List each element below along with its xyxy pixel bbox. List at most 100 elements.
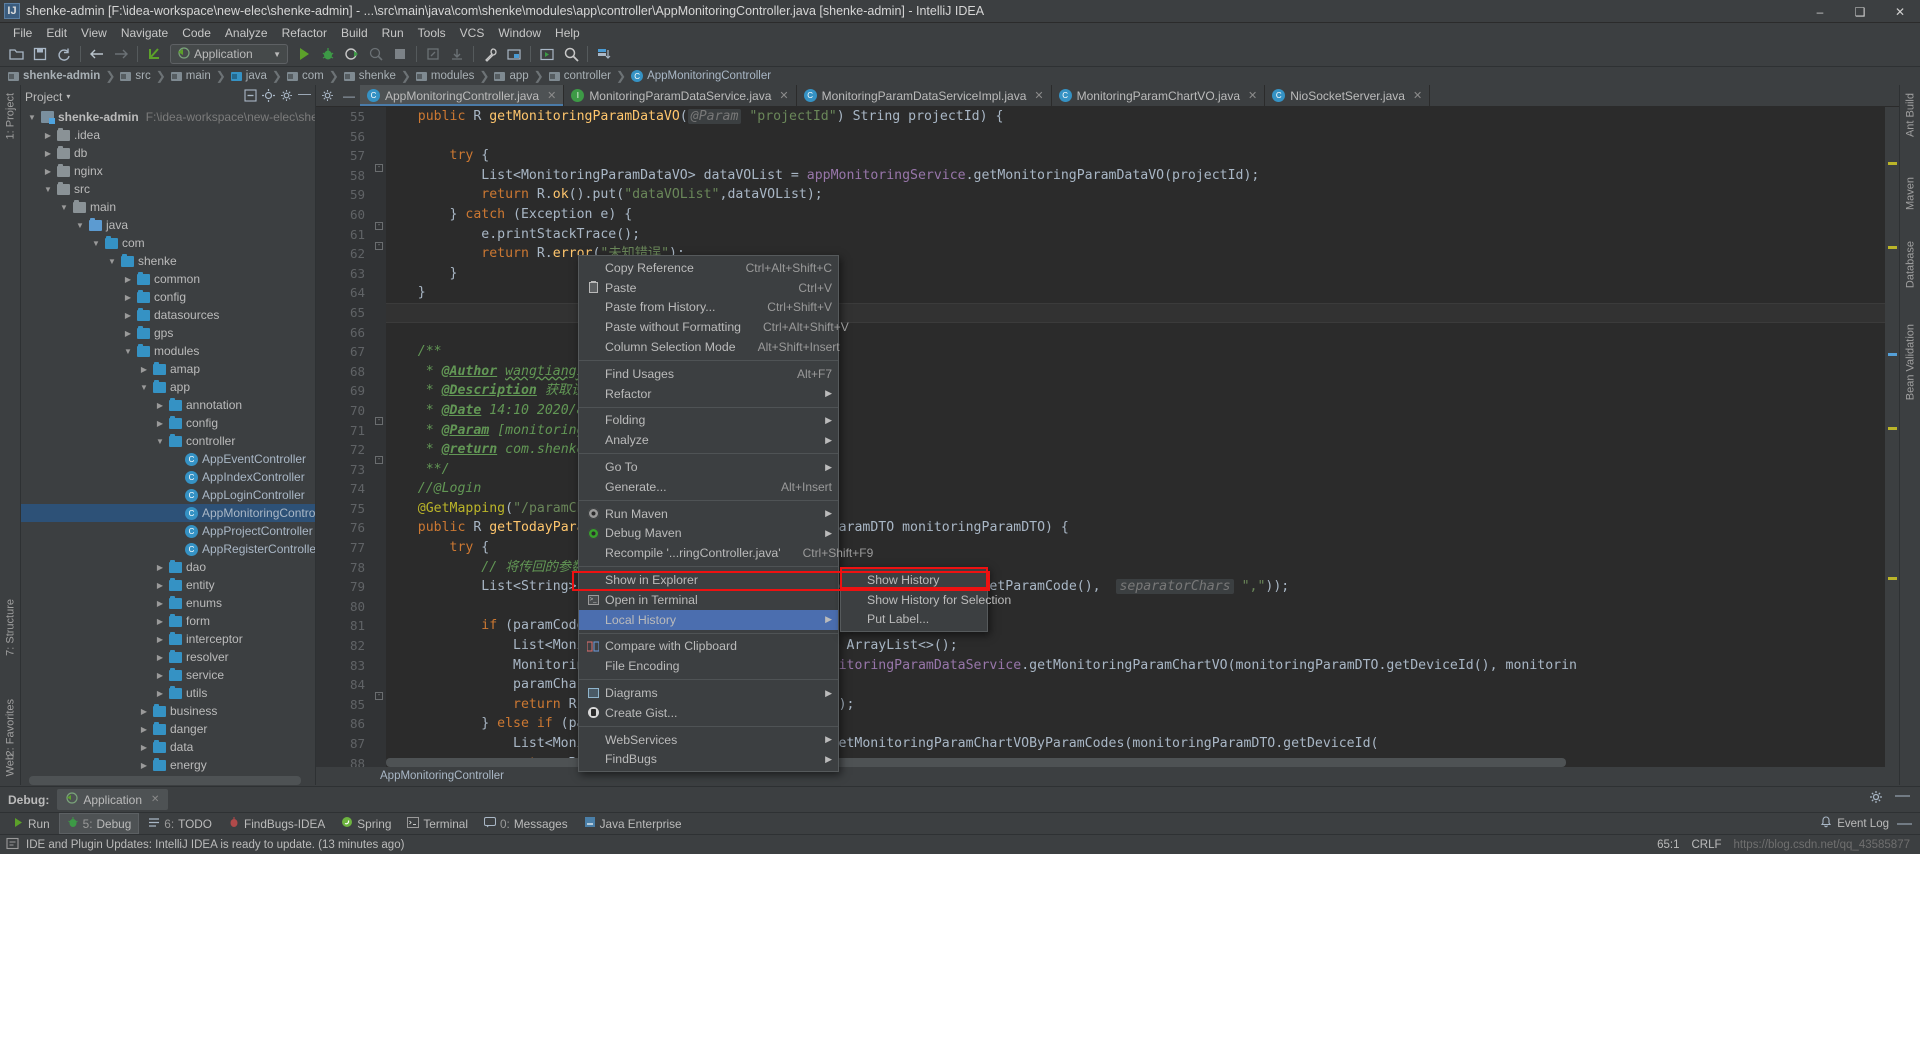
chevron-right-icon[interactable]: ▶ [139,707,149,716]
tool-window-maven[interactable]: Maven [1900,173,1920,214]
chevron-right-icon[interactable]: ▶ [155,671,165,680]
menu-run[interactable]: Run [375,24,411,42]
menu-item-run-maven[interactable]: Run Maven ▶ [579,504,838,524]
breadcrumb-item-com[interactable]: com [285,70,326,82]
chevron-right-icon[interactable]: ▶ [155,599,165,608]
chevron-right-icon[interactable]: ▶ [139,743,149,752]
tree-node-amap[interactable]: ▶ amap [21,360,315,378]
tree-node--idea[interactable]: ▶ .idea [21,126,315,144]
event-log-button[interactable]: Event Log [1820,816,1889,831]
breadcrumb-item-main[interactable]: main [169,70,213,82]
marker-info[interactable] [1888,353,1897,356]
hide-minus-icon[interactable]: — [338,85,360,106]
menu-item-findbugs[interactable]: FindBugs ▶ [579,750,838,770]
chevron-down-icon[interactable]: ▼ [59,203,69,212]
chevron-right-icon[interactable]: ▶ [155,689,165,698]
code-line[interactable]: } catch (Exception e) { [386,205,1885,225]
caret-position[interactable]: 65:1 [1657,839,1679,851]
tree-node-nginx[interactable]: ▶ nginx [21,162,315,180]
tool-window-button-todo[interactable]: 6: TODO [141,815,219,833]
tree-node-db[interactable]: ▶ db [21,144,315,162]
marker-warning[interactable] [1888,162,1897,165]
chevron-right-icon[interactable]: ▶ [123,293,133,302]
fold-toggle-icon[interactable]: - [375,222,383,230]
editor-hscrollbar[interactable] [386,758,1566,767]
code-line[interactable]: try { [386,146,1885,166]
tree-node-java[interactable]: ▼ java [21,216,315,234]
marker-warning-3[interactable] [1888,427,1897,430]
tool-window-button-java-enterprise[interactable]: Java Enterprise [577,814,689,833]
tree-node-interceptor[interactable]: ▶ interceptor [21,630,315,648]
chevron-right-icon[interactable]: ▶ [155,581,165,590]
submenu-item-show-history-for-selection[interactable]: Show History for Selection [841,590,1011,610]
chevron-down-icon[interactable]: ▼ [75,221,85,230]
tree-node-app[interactable]: ▼ app [21,378,315,396]
fold-toggle-icon[interactable]: - [375,692,383,700]
menu-code[interactable]: Code [175,24,218,42]
close-tab-icon[interactable]: ✕ [547,89,556,102]
close-tab-icon[interactable]: ✕ [779,89,788,102]
stop-icon[interactable] [389,44,411,65]
hide-icon[interactable]: — [1897,816,1912,831]
tree-node-business[interactable]: ▶ business [21,702,315,720]
tree-node-enums[interactable]: ▶ enums [21,594,315,612]
hide-icon[interactable]: — [1895,788,1910,809]
menu-item-file-encoding[interactable]: File Encoding [579,656,838,676]
search-everywhere-icon[interactable] [560,44,582,65]
tree-node-modules[interactable]: ▼ modules [21,342,315,360]
tree-node-appregistercontroller[interactable]: C AppRegisterController [21,540,315,558]
menu-item-open-in-terminal[interactable]: >_ Open in Terminal [579,590,838,610]
update-project-icon[interactable] [446,44,468,65]
chevron-down-icon[interactable]: ▼ [155,437,165,446]
build-icon[interactable] [422,44,444,65]
run-icon[interactable] [293,44,315,65]
chevron-down-icon[interactable]: ▼ [123,347,133,356]
profile-icon[interactable] [365,44,387,65]
revert-icon[interactable] [143,44,165,65]
tool-window-button-messages[interactable]: 0: Messages [477,815,575,833]
error-stripe-markers[interactable] [1885,107,1899,785]
breadcrumb-item-shenke-admin[interactable]: shenke-admin [6,70,102,82]
chevron-right-icon[interactable]: ▶ [139,725,149,734]
chevron-right-icon[interactable]: ▶ [155,653,165,662]
forward-arrow-icon[interactable] [110,44,132,65]
menu-item-webservices[interactable]: WebServices ▶ [579,730,838,750]
fold-toggle-icon[interactable]: - [375,417,383,425]
menu-item-column-selection-mode[interactable]: Column Selection Mode Alt+Shift+Insert [579,337,840,357]
notification-icon[interactable] [6,837,19,853]
menu-view[interactable]: View [74,24,114,42]
tree-node-shenke[interactable]: ▼ shenke [21,252,315,270]
menu-refactor[interactable]: Refactor [275,24,334,42]
menu-item-compare-with-clipboard[interactable]: Compare with Clipboard [579,637,838,657]
tool-window-button-run[interactable]: Run [6,815,57,833]
menu-item-paste-from-history[interactable]: Paste from History... Ctrl+Shift+V [579,298,838,318]
tree-node-annotation[interactable]: ▶ annotation [21,396,315,414]
back-arrow-icon[interactable] [86,44,108,65]
tool-window-button-debug[interactable]: 5: Debug [58,813,140,834]
fold-toggle-icon[interactable]: - [375,242,383,250]
run-anything-icon[interactable] [536,44,558,65]
settings-gear-icon[interactable] [316,85,338,106]
tree-node-service[interactable]: ▶ service [21,666,315,684]
chevron-down-icon[interactable]: ▾ [66,92,70,101]
tree-node-config[interactable]: ▶ config [21,414,315,432]
code-folding-column[interactable]: ------- [372,107,386,785]
run-with-coverage-icon[interactable] [341,44,363,65]
code-line[interactable]: public R getMonitoringParamDataVO(@Param… [386,107,1885,127]
local-history-submenu[interactable]: Show History Show History for Selection Pu… [840,567,1011,633]
menu-item-diagrams[interactable]: Diagrams ▶ [579,683,838,703]
menu-item-recompile-ringcontroller-java[interactable]: Recompile '...ringController.java' Ctrl+S… [579,543,873,563]
project-tree-hscrollbar[interactable] [29,776,301,785]
menu-file[interactable]: File [6,24,39,42]
tree-node-appmonitoringcontroller[interactable]: C AppMonitoringController [21,504,315,522]
menu-item-folding[interactable]: Folding ▶ [579,411,838,431]
editor-tab-monitoringparamdataservice[interactable]: I MonitoringParamDataService.java ✕ [564,85,797,106]
run-configuration-selector[interactable]: Application ▼ [170,44,288,64]
maximize-button[interactable]: ❑ [1840,0,1880,23]
menu-item-paste[interactable]: Paste Ctrl+V [579,278,838,298]
tool-window-structure[interactable]: 7: Structure [0,595,21,660]
menu-edit[interactable]: Edit [39,24,74,42]
close-icon[interactable]: ✕ [151,794,159,805]
tree-node-entity[interactable]: ▶ entity [21,576,315,594]
menu-tools[interactable]: Tools [411,24,453,42]
